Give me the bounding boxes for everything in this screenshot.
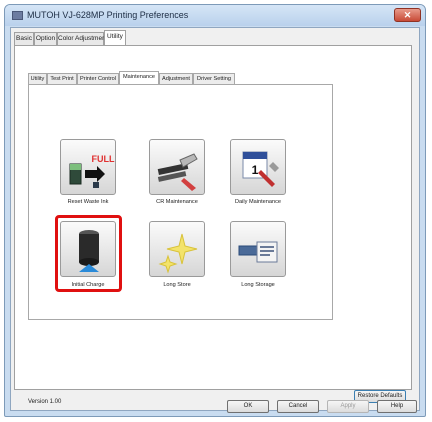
subtab-printer-control[interactable]: Printer Control — [77, 73, 119, 84]
long-store-button[interactable] — [149, 221, 205, 277]
waste-ink-full-icon: FULL — [69, 154, 115, 188]
printing-preferences-window: MUTOH VJ-628MP Printing Preferences ✕ Ba… — [4, 4, 426, 417]
long-storage-button[interactable] — [230, 221, 286, 277]
version-text: Version 1.00 — [28, 399, 62, 405]
ok-button[interactable]: OK — [227, 400, 269, 413]
subtab-driver-setting[interactable]: Driver Setting — [193, 73, 235, 84]
tab-option[interactable]: Option — [34, 32, 57, 45]
reset-waste-ink-button[interactable]: FULL — [60, 139, 116, 195]
tab-color-adjustment[interactable]: Color Adjustment — [57, 32, 108, 45]
subtab-maintenance[interactable]: Maintenance — [119, 71, 159, 84]
full-badge-text: FULL — [92, 154, 115, 164]
close-button[interactable]: ✕ — [394, 8, 421, 22]
printer-app-icon — [12, 11, 23, 20]
tab-utility[interactable]: Utility — [104, 30, 126, 45]
cr-maintenance-label: CR Maintenance — [156, 199, 198, 205]
subtab-adjustment[interactable]: Adjustment — [159, 73, 193, 84]
long-store-label: Long Store — [163, 282, 191, 288]
daily-maintenance-label: Daily Maintenance — [234, 199, 282, 205]
calendar-tools-icon: 1 — [242, 151, 279, 187]
subtab-test-print[interactable]: Test Print — [47, 73, 77, 84]
apply-button[interactable]: Apply — [327, 400, 369, 413]
subtab-utility[interactable]: Utility — [28, 73, 47, 84]
reset-waste-ink-label: Reset Waste Ink — [67, 199, 109, 205]
utility-panel: Utility Test Print Printer Control Maint… — [14, 45, 412, 405]
maintenance-panel: FULL Reset Waste Ink CR Maintenance 1 Da… — [28, 84, 333, 320]
storage-card-icon — [238, 241, 278, 263]
long-storage-label: Long Storage — [241, 282, 275, 288]
tab-basic[interactable]: Basic — [14, 32, 34, 45]
help-button[interactable]: Help — [377, 400, 417, 413]
window-title: MUTOH VJ-628MP Printing Preferences — [27, 10, 189, 20]
calendar-day-text: 1 — [252, 163, 259, 177]
title-bar[interactable]: MUTOH VJ-628MP Printing Preferences ✕ — [5, 5, 425, 26]
cr-maintenance-button[interactable] — [149, 139, 205, 195]
dialog-client-area: Basic Option Color Adjustment Utility Ut… — [10, 27, 420, 413]
cr-maintenance-icon — [157, 153, 198, 191]
sparkle-icon — [158, 233, 198, 274]
initial-charge-highlight — [55, 215, 122, 292]
cancel-button[interactable]: Cancel — [277, 400, 319, 413]
daily-maintenance-button[interactable]: 1 — [230, 139, 286, 195]
